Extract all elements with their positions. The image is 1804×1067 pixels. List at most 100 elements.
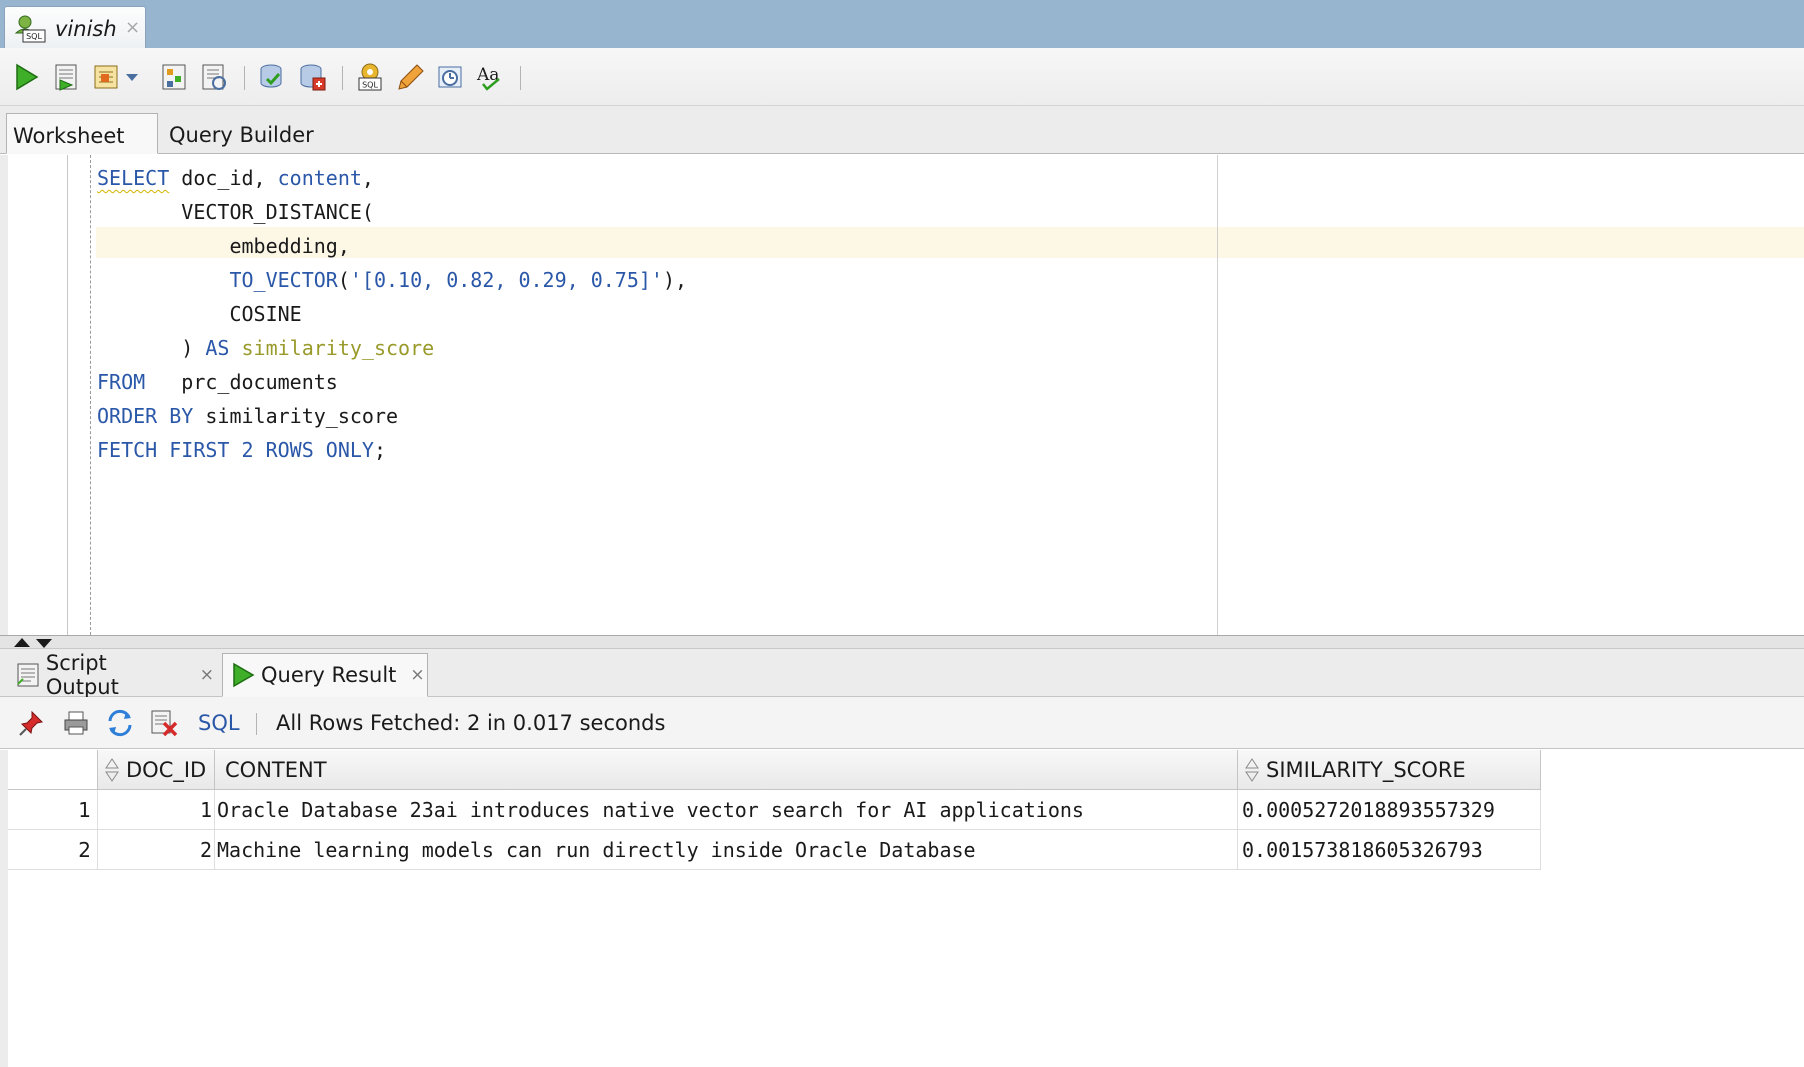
cell-content[interactable]: Machine learning models can run directly… xyxy=(215,830,1238,870)
table-row[interactable]: 2 2 Machine learning models can run dire… xyxy=(8,830,1541,870)
expand-down-icon[interactable] xyxy=(36,639,52,648)
code-token: ROWS ONLY xyxy=(265,438,374,462)
code-token: 2 xyxy=(241,438,254,462)
toolbar-separator xyxy=(520,66,521,90)
worksheet-tabs: Worksheet Query Builder xyxy=(0,106,1804,154)
result-grid: DOC_ID CONTENT SIMILARITY_SCORE 1 1 Orac… xyxy=(8,750,1804,1067)
code-line[interactable]: embedding, xyxy=(97,229,687,263)
code-token: similarity_score xyxy=(241,336,435,360)
pin-icon[interactable] xyxy=(14,705,50,741)
dropdown-arrow-icon[interactable] xyxy=(122,57,142,97)
cell-similarity-score[interactable]: 0.001573818605326793 xyxy=(1238,830,1541,870)
code-token: ( xyxy=(337,268,350,292)
code-token: SELECT xyxy=(97,166,170,190)
toolbar-separator xyxy=(342,66,343,90)
row-number: 1 xyxy=(8,790,98,830)
rollback-icon[interactable] xyxy=(194,57,234,97)
document-tab-strip: SQL vinish × xyxy=(0,0,1804,48)
code-line[interactable]: FROM prc_documents xyxy=(97,365,687,399)
cell-doc-id[interactable]: 1 xyxy=(98,790,215,830)
code-token: VECTOR_DISTANCE( xyxy=(97,200,374,224)
code-token: TO_VECTOR xyxy=(229,268,338,292)
script-output-icon xyxy=(14,661,42,689)
column-header-similarity-score[interactable]: SIMILARITY_SCORE xyxy=(1238,750,1541,790)
code-token: ), xyxy=(662,268,688,292)
tab-label: Script Output xyxy=(45,651,119,699)
sql-developer-window: SQL vinish × SQL Aa Worksheet Query Buil… xyxy=(0,0,1804,1067)
column-header-content[interactable]: CONTENT xyxy=(215,750,1238,790)
sql-link[interactable]: SQL xyxy=(198,711,240,735)
code-token: COSINE xyxy=(97,302,302,326)
fold-guide xyxy=(90,155,91,635)
code-token: ORDER BY xyxy=(97,404,194,428)
explain-plan-icon[interactable] xyxy=(252,57,292,97)
row-number: 2 xyxy=(8,830,98,870)
tab-label: Query Result xyxy=(261,663,397,687)
clear-icon[interactable] xyxy=(390,57,430,97)
sql-history-icon[interactable]: SQL xyxy=(350,57,390,97)
refresh-icon[interactable] xyxy=(102,705,138,741)
column-header-doc-id[interactable]: DOC_ID xyxy=(98,750,215,790)
code-line[interactable]: ORDER BY similarity_score xyxy=(97,399,687,433)
code-token: prc_documents xyxy=(145,370,338,394)
run-icon xyxy=(229,661,257,689)
code-line[interactable]: FETCH FIRST 2 ROWS ONLY; xyxy=(97,433,687,467)
expand-up-icon[interactable] xyxy=(14,638,30,647)
code-line[interactable]: COSINE xyxy=(97,297,687,331)
code-line[interactable]: SELECT doc_id, content, xyxy=(97,161,687,195)
tuning-icon[interactable] xyxy=(292,57,332,97)
delete-icon[interactable] xyxy=(146,705,182,741)
result-tabs: Script Output × Query Result × xyxy=(0,649,1804,699)
code-token: similarity_score xyxy=(193,404,399,428)
autotrace-icon[interactable] xyxy=(86,57,126,97)
cell-content[interactable]: Oracle Database 23ai introduces native v… xyxy=(215,790,1238,830)
code-token: FROM xyxy=(97,370,146,394)
worksheet-toolbar: SQL Aa xyxy=(0,48,1804,106)
tab-query-builder[interactable]: Query Builder xyxy=(163,113,323,154)
code-token: '[0.10, 0.82, 0.29, 0.75]' xyxy=(349,268,663,292)
code-token: embedding, xyxy=(97,234,350,258)
grid-left-border xyxy=(0,750,8,1067)
sort-icon[interactable] xyxy=(1243,757,1261,783)
close-tab-icon[interactable]: × xyxy=(410,665,424,685)
document-tab-label: vinish xyxy=(55,17,117,41)
sql-connection-icon: SQL xyxy=(13,15,47,43)
sort-icon[interactable] xyxy=(103,757,121,783)
svg-text:SQL: SQL xyxy=(362,81,378,90)
sql-code[interactable]: SELECT doc_id, content, VECTOR_DISTANCE(… xyxy=(97,161,687,467)
document-tab-vinish[interactable]: SQL vinish × xyxy=(4,6,146,48)
commit-icon[interactable] xyxy=(154,57,194,97)
cell-similarity-score[interactable]: 0.0005272018893557329 xyxy=(1238,790,1541,830)
result-toolbar: SQL All Rows Fetched: 2 in 0.017 seconds xyxy=(0,697,1804,749)
run-statement-icon[interactable] xyxy=(6,57,46,97)
run-script-icon[interactable] xyxy=(46,57,86,97)
code-token: FETCH FIRST xyxy=(97,438,230,462)
tab-script-output[interactable]: Script Output × xyxy=(14,651,214,699)
sql-tuning-advisor-icon[interactable] xyxy=(430,57,470,97)
close-tab-icon[interactable]: × xyxy=(125,17,140,38)
sql-editor[interactable]: SELECT doc_id, content, VECTOR_DISTANCE(… xyxy=(0,155,1804,635)
toolbar-separator xyxy=(256,713,257,735)
format-icon[interactable]: Aa xyxy=(470,57,510,97)
toolbar-separator xyxy=(244,66,245,90)
line-gutter xyxy=(8,155,68,635)
svg-text:SQL: SQL xyxy=(26,32,42,41)
tab-worksheet[interactable]: Worksheet xyxy=(6,113,158,154)
pane-splitter[interactable] xyxy=(0,635,1804,649)
code-line[interactable]: ) AS similarity_score xyxy=(97,331,687,365)
close-tab-icon[interactable]: × xyxy=(200,665,214,685)
print-icon[interactable] xyxy=(58,705,94,741)
code-token: ) xyxy=(97,336,206,360)
code-line[interactable]: TO_VECTOR('[0.10, 0.82, 0.29, 0.75]'), xyxy=(97,263,687,297)
cell-doc-id[interactable]: 2 xyxy=(98,830,215,870)
code-token: content xyxy=(277,166,362,190)
code-line[interactable]: VECTOR_DISTANCE( xyxy=(97,195,687,229)
tab-query-result[interactable]: Query Result × xyxy=(222,653,428,697)
code-token: AS xyxy=(205,336,230,360)
table-row[interactable]: 1 1 Oracle Database 23ai introduces nati… xyxy=(8,790,1541,830)
right-margin-line xyxy=(1217,155,1218,635)
code-token: doc_id, xyxy=(169,166,278,190)
fetch-status: All Rows Fetched: 2 in 0.017 seconds xyxy=(276,711,666,735)
